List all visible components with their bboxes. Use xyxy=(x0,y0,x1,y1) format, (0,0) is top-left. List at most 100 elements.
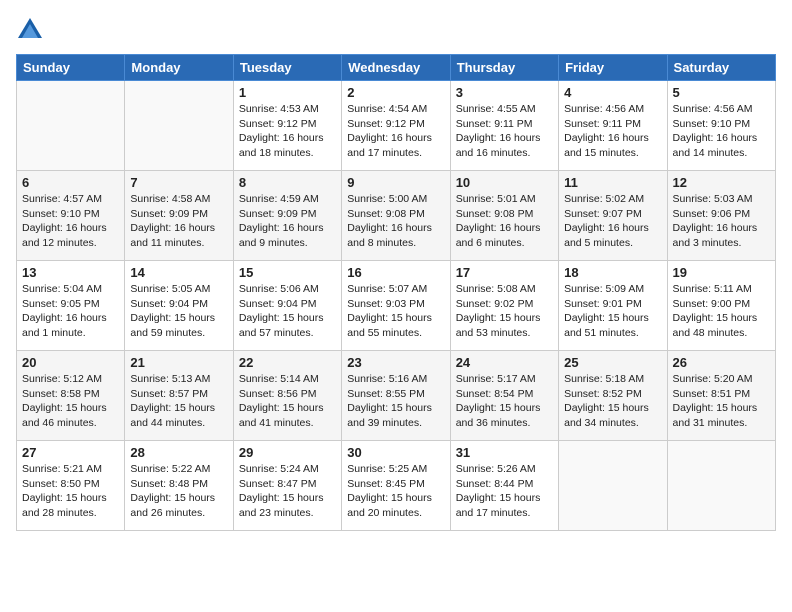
header-cell-tuesday: Tuesday xyxy=(233,55,341,81)
header-cell-saturday: Saturday xyxy=(667,55,775,81)
day-number: 16 xyxy=(347,265,444,280)
day-info: Sunrise: 5:22 AM Sunset: 8:48 PM Dayligh… xyxy=(130,462,227,521)
day-number: 24 xyxy=(456,355,553,370)
day-info: Sunrise: 5:04 AM Sunset: 9:05 PM Dayligh… xyxy=(22,282,119,341)
day-cell: 25 Sunrise: 5:18 AM Sunset: 8:52 PM Dayli… xyxy=(559,351,667,441)
day-number: 5 xyxy=(673,85,770,100)
day-info: Sunrise: 5:07 AM Sunset: 9:03 PM Dayligh… xyxy=(347,282,444,341)
week-row-3: 13 Sunrise: 5:04 AM Sunset: 9:05 PM Dayli… xyxy=(17,261,776,351)
day-number: 31 xyxy=(456,445,553,460)
day-info: Sunrise: 4:56 AM Sunset: 9:10 PM Dayligh… xyxy=(673,102,770,161)
day-info: Sunrise: 4:55 AM Sunset: 9:11 PM Dayligh… xyxy=(456,102,553,161)
day-cell: 10 Sunrise: 5:01 AM Sunset: 9:08 PM Dayli… xyxy=(450,171,558,261)
logo xyxy=(16,16,48,44)
day-cell: 14 Sunrise: 5:05 AM Sunset: 9:04 PM Dayli… xyxy=(125,261,233,351)
day-number: 11 xyxy=(564,175,661,190)
day-number: 7 xyxy=(130,175,227,190)
day-info: Sunrise: 5:17 AM Sunset: 8:54 PM Dayligh… xyxy=(456,372,553,431)
day-cell: 31Sunrise: 5:26 AM Sunset: 8:44 PM Dayli… xyxy=(450,441,558,531)
day-info: Sunrise: 4:54 AM Sunset: 9:12 PM Dayligh… xyxy=(347,102,444,161)
day-number: 21 xyxy=(130,355,227,370)
day-info: Sunrise: 5:14 AM Sunset: 8:56 PM Dayligh… xyxy=(239,372,336,431)
day-number: 13 xyxy=(22,265,119,280)
day-cell: 20Sunrise: 5:12 AM Sunset: 8:58 PM Dayli… xyxy=(17,351,125,441)
day-cell xyxy=(559,441,667,531)
day-cell: 21 Sunrise: 5:13 AM Sunset: 8:57 PM Dayli… xyxy=(125,351,233,441)
day-cell: 9 Sunrise: 5:00 AM Sunset: 9:08 PM Daylig… xyxy=(342,171,450,261)
week-row-1: 1 Sunrise: 4:53 AM Sunset: 9:12 PM Daylig… xyxy=(17,81,776,171)
day-cell: 22 Sunrise: 5:14 AM Sunset: 8:56 PM Dayli… xyxy=(233,351,341,441)
day-cell: 7 Sunrise: 4:58 AM Sunset: 9:09 PM Daylig… xyxy=(125,171,233,261)
day-cell: 3 Sunrise: 4:55 AM Sunset: 9:11 PM Daylig… xyxy=(450,81,558,171)
day-cell: 8 Sunrise: 4:59 AM Sunset: 9:09 PM Daylig… xyxy=(233,171,341,261)
header-row: SundayMondayTuesdayWednesdayThursdayFrid… xyxy=(17,55,776,81)
day-cell: 27Sunrise: 5:21 AM Sunset: 8:50 PM Dayli… xyxy=(17,441,125,531)
day-number: 14 xyxy=(130,265,227,280)
day-number: 29 xyxy=(239,445,336,460)
day-info: Sunrise: 5:03 AM Sunset: 9:06 PM Dayligh… xyxy=(673,192,770,251)
day-info: Sunrise: 5:00 AM Sunset: 9:08 PM Dayligh… xyxy=(347,192,444,251)
day-number: 17 xyxy=(456,265,553,280)
day-cell: 30 Sunrise: 5:25 AM Sunset: 8:45 PM Dayli… xyxy=(342,441,450,531)
logo-icon xyxy=(16,16,44,44)
day-cell: 24 Sunrise: 5:17 AM Sunset: 8:54 PM Dayli… xyxy=(450,351,558,441)
day-info: Sunrise: 5:13 AM Sunset: 8:57 PM Dayligh… xyxy=(130,372,227,431)
day-number: 9 xyxy=(347,175,444,190)
day-cell xyxy=(125,81,233,171)
header-cell-sunday: Sunday xyxy=(17,55,125,81)
header-cell-friday: Friday xyxy=(559,55,667,81)
day-number: 10 xyxy=(456,175,553,190)
day-cell: 23 Sunrise: 5:16 AM Sunset: 8:55 PM Dayli… xyxy=(342,351,450,441)
day-info: Sunrise: 4:56 AM Sunset: 9:11 PM Dayligh… xyxy=(564,102,661,161)
day-info: Sunrise: 4:57 AM Sunset: 9:10 PM Dayligh… xyxy=(22,192,119,251)
day-cell: 18 Sunrise: 5:09 AM Sunset: 9:01 PM Dayli… xyxy=(559,261,667,351)
day-cell: 2 Sunrise: 4:54 AM Sunset: 9:12 PM Daylig… xyxy=(342,81,450,171)
header-cell-thursday: Thursday xyxy=(450,55,558,81)
day-info: Sunrise: 4:53 AM Sunset: 9:12 PM Dayligh… xyxy=(239,102,336,161)
day-number: 19 xyxy=(673,265,770,280)
day-info: Sunrise: 5:16 AM Sunset: 8:55 PM Dayligh… xyxy=(347,372,444,431)
day-number: 15 xyxy=(239,265,336,280)
day-info: Sunrise: 5:05 AM Sunset: 9:04 PM Dayligh… xyxy=(130,282,227,341)
day-cell xyxy=(667,441,775,531)
day-number: 20 xyxy=(22,355,119,370)
day-cell: 4 Sunrise: 4:56 AM Sunset: 9:11 PM Daylig… xyxy=(559,81,667,171)
header-cell-wednesday: Wednesday xyxy=(342,55,450,81)
day-number: 25 xyxy=(564,355,661,370)
day-cell: 6Sunrise: 4:57 AM Sunset: 9:10 PM Daylig… xyxy=(17,171,125,261)
day-number: 26 xyxy=(673,355,770,370)
week-row-5: 27Sunrise: 5:21 AM Sunset: 8:50 PM Dayli… xyxy=(17,441,776,531)
day-number: 22 xyxy=(239,355,336,370)
day-cell: 12Sunrise: 5:03 AM Sunset: 9:06 PM Dayli… xyxy=(667,171,775,261)
day-number: 2 xyxy=(347,85,444,100)
day-number: 28 xyxy=(130,445,227,460)
day-number: 23 xyxy=(347,355,444,370)
day-info: Sunrise: 5:25 AM Sunset: 8:45 PM Dayligh… xyxy=(347,462,444,521)
day-info: Sunrise: 5:09 AM Sunset: 9:01 PM Dayligh… xyxy=(564,282,661,341)
day-number: 27 xyxy=(22,445,119,460)
day-cell: 13 Sunrise: 5:04 AM Sunset: 9:05 PM Dayli… xyxy=(17,261,125,351)
week-row-4: 20Sunrise: 5:12 AM Sunset: 8:58 PM Dayli… xyxy=(17,351,776,441)
day-info: Sunrise: 5:18 AM Sunset: 8:52 PM Dayligh… xyxy=(564,372,661,431)
day-cell: 1 Sunrise: 4:53 AM Sunset: 9:12 PM Daylig… xyxy=(233,81,341,171)
day-number: 8 xyxy=(239,175,336,190)
calendar-header: SundayMondayTuesdayWednesdayThursdayFrid… xyxy=(17,55,776,81)
week-row-2: 6Sunrise: 4:57 AM Sunset: 9:10 PM Daylig… xyxy=(17,171,776,261)
day-cell: 19 Sunrise: 5:11 AM Sunset: 9:00 PM Dayli… xyxy=(667,261,775,351)
day-info: Sunrise: 5:24 AM Sunset: 8:47 PM Dayligh… xyxy=(239,462,336,521)
day-info: Sunrise: 5:01 AM Sunset: 9:08 PM Dayligh… xyxy=(456,192,553,251)
day-number: 30 xyxy=(347,445,444,460)
day-cell: 15Sunrise: 5:06 AM Sunset: 9:04 PM Dayli… xyxy=(233,261,341,351)
day-number: 3 xyxy=(456,85,553,100)
day-cell: 17Sunrise: 5:08 AM Sunset: 9:02 PM Dayli… xyxy=(450,261,558,351)
day-cell xyxy=(17,81,125,171)
day-number: 18 xyxy=(564,265,661,280)
day-number: 1 xyxy=(239,85,336,100)
day-info: Sunrise: 5:11 AM Sunset: 9:00 PM Dayligh… xyxy=(673,282,770,341)
calendar-body: 1 Sunrise: 4:53 AM Sunset: 9:12 PM Daylig… xyxy=(17,81,776,531)
day-info: Sunrise: 4:58 AM Sunset: 9:09 PM Dayligh… xyxy=(130,192,227,251)
day-cell: 29 Sunrise: 5:24 AM Sunset: 8:47 PM Dayli… xyxy=(233,441,341,531)
day-number: 4 xyxy=(564,85,661,100)
day-cell: 11Sunrise: 5:02 AM Sunset: 9:07 PM Dayli… xyxy=(559,171,667,261)
day-info: Sunrise: 4:59 AM Sunset: 9:09 PM Dayligh… xyxy=(239,192,336,251)
